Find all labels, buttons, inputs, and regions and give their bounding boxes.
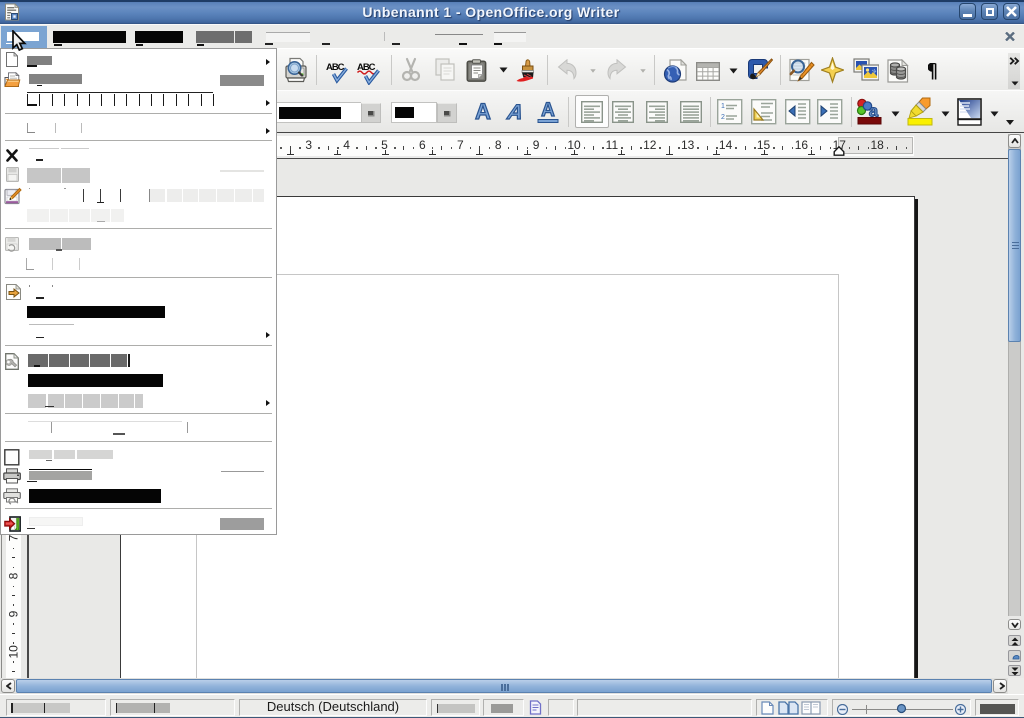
svg-text:1: 1: [721, 103, 725, 110]
svg-text:A: A: [505, 101, 524, 124]
svg-text:ABC: ABC: [326, 62, 345, 73]
svg-text:A: A: [475, 100, 491, 124]
svg-text:2: 2: [721, 114, 725, 121]
svg-text:A: A: [541, 100, 555, 121]
